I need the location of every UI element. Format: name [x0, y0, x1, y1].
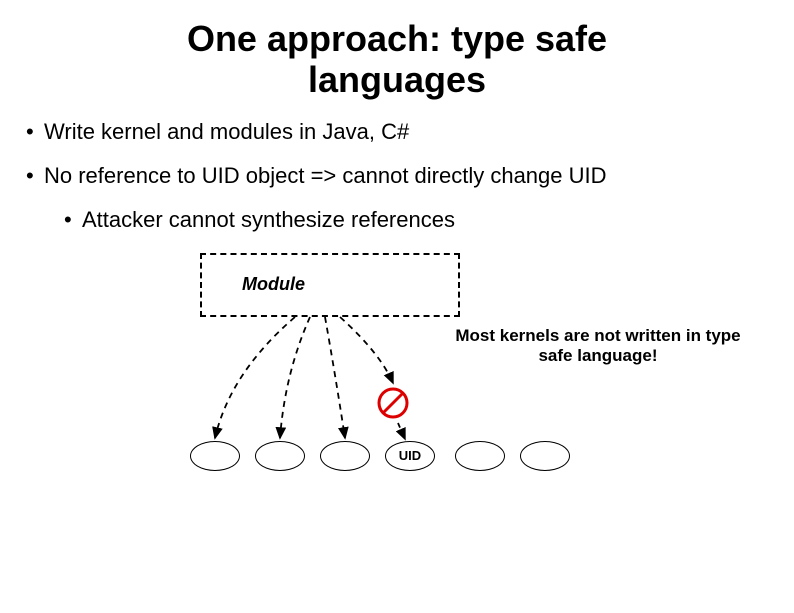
- bullet-2-sub-1: Attacker cannot synthesize references: [64, 207, 744, 233]
- object-oval-3: [320, 441, 370, 471]
- module-box: Module: [200, 253, 460, 317]
- bullet-1: Write kernel and modules in Java, C#: [26, 119, 756, 145]
- object-oval-2: [255, 441, 305, 471]
- module-label: Module: [242, 274, 305, 295]
- bullet-list: Write kernel and modules in Java, C# No …: [26, 119, 794, 233]
- uid-label: UID: [399, 448, 421, 463]
- bullet-2: No reference to UID object => cannot dir…: [26, 163, 756, 189]
- object-oval-5: [455, 441, 505, 471]
- uid-oval: UID: [385, 441, 435, 471]
- title-line-2: languages: [308, 59, 486, 100]
- title-line-1: One approach: type safe: [187, 18, 607, 59]
- object-oval-6: [520, 441, 570, 471]
- annotation-text: Most kernels are not written in type saf…: [438, 326, 758, 367]
- object-oval-1: [190, 441, 240, 471]
- diagram-area: Module Most kernels are not written in t…: [0, 243, 794, 513]
- prohibit-icon: [376, 386, 410, 420]
- slide-title: One approach: type safe languages: [0, 18, 794, 101]
